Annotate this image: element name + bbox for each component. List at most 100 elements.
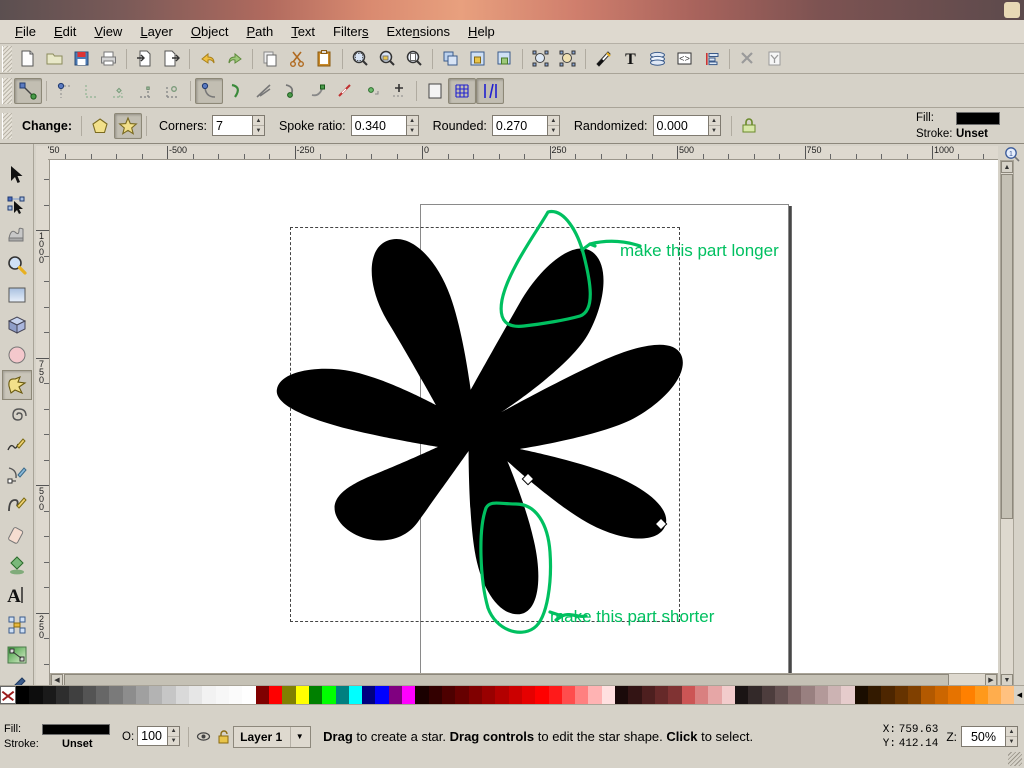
palette-swatch[interactable] [56,686,69,704]
palette-swatch[interactable] [655,686,668,704]
box3d-tool[interactable] [2,310,32,340]
window-resize-grip[interactable] [1008,752,1022,766]
snap-page-border-icon[interactable] [421,78,448,104]
menu-object[interactable]: Object [182,21,238,42]
menu-edit[interactable]: Edit [45,21,85,42]
palette-swatch[interactable] [615,686,628,704]
palette-swatch[interactable] [362,686,375,704]
menu-file[interactable]: File [6,21,45,42]
snap-bbox-edge-icon[interactable] [78,78,105,104]
enable-snapping-icon[interactable] [14,78,42,104]
snap-grid-icon[interactable] [448,78,476,104]
palette-swatch[interactable] [881,686,894,704]
snap-guide-icon[interactable] [476,78,504,104]
palette-swatch[interactable] [602,686,615,704]
zoom-drawing-icon[interactable] [374,46,401,72]
palette-none-swatch[interactable] [0,686,16,704]
palette-swatch[interactable] [682,686,695,704]
cut-icon[interactable] [284,46,311,72]
palette-swatch[interactable] [482,686,495,704]
menu-layer[interactable]: Layer [131,21,182,42]
chevron-down-icon[interactable]: ▼ [290,727,308,747]
connector-tool[interactable] [2,610,32,640]
palette-swatch[interactable] [469,686,482,704]
palette-swatch[interactable] [828,686,841,704]
zoom-tool[interactable] [2,250,32,280]
palette-swatch[interactable] [522,686,535,704]
palette-swatch[interactable] [83,686,96,704]
palette-swatch[interactable] [322,686,335,704]
palette-swatch[interactable] [815,686,828,704]
opacity-down-arrow[interactable]: ▼ [168,737,179,746]
undo-icon[interactable] [194,46,221,72]
color-palette[interactable]: ◀ [0,685,1024,705]
vertical-scroll-thumb[interactable] [1001,174,1013,519]
palette-swatch[interactable] [149,686,162,704]
import-icon[interactable] [131,46,158,72]
duplicate-icon[interactable] [437,46,464,72]
snap-smooth-node-icon[interactable] [304,78,331,104]
calligraphy-tool[interactable] [2,490,32,520]
palette-swatch[interactable] [296,686,309,704]
zoom-spinner[interactable]: ▲ ▼ [961,726,1018,747]
regular-polygon-button[interactable] [86,113,114,139]
menu-view[interactable]: View [85,21,131,42]
opacity-spinner[interactable]: ▲ ▼ [137,726,180,747]
palette-swatch[interactable] [109,686,122,704]
palette-swatch[interactable] [948,686,961,704]
palette-swatch[interactable] [988,686,1001,704]
export-icon[interactable] [158,46,185,72]
spoke-ratio-up-arrow[interactable]: ▲ [407,116,418,126]
zoom-page-icon[interactable] [401,46,428,72]
toolbar-grip[interactable] [2,46,12,72]
palette-swatch[interactable] [495,686,508,704]
transform-icon[interactable] [554,46,581,72]
palette-swatch[interactable] [336,686,349,704]
snap-bbox-edge-midpoint-icon[interactable] [132,78,159,104]
palette-swatch[interactable] [282,686,295,704]
randomized-up-arrow[interactable]: ▲ [709,116,720,126]
corners-stepper[interactable]: ▲ ▼ [252,115,265,136]
zoom-stepper[interactable]: ▲ ▼ [1005,726,1018,747]
snap-line-midpoint-icon[interactable] [331,78,358,104]
palette-swatch[interactable] [389,686,402,704]
paintbucket-tool[interactable] [2,550,32,580]
menu-help[interactable]: Help [459,21,504,42]
palette-swatch[interactable] [442,686,455,704]
open-document-icon[interactable] [41,46,68,72]
palette-swatch[interactable] [455,686,468,704]
palette-swatch[interactable] [375,686,388,704]
snap-cusp-node-icon[interactable] [277,78,304,104]
palette-swatch[interactable] [868,686,881,704]
randomized-down-arrow[interactable]: ▼ [709,126,720,135]
opacity-stepper[interactable]: ▲ ▼ [167,726,180,746]
randomized-stepper[interactable]: ▲ ▼ [708,115,721,136]
palette-swatch[interactable] [722,686,735,704]
status-stroke-value[interactable]: Unset [42,738,93,750]
object-properties-icon[interactable] [527,46,554,72]
snap-bbox-corner-icon[interactable] [105,78,132,104]
palette-swatch[interactable] [202,686,215,704]
snap-bounding-box-icon[interactable] [51,78,78,104]
rounded-spinner[interactable]: ▲ ▼ [492,115,560,136]
text-tool-icon[interactable]: T [617,46,644,72]
palette-swatch[interactable] [229,686,242,704]
randomized-input[interactable] [653,115,708,136]
layer-visibility-toggle[interactable] [193,730,213,743]
palette-swatch[interactable] [509,686,522,704]
palette-swatch[interactable] [668,686,681,704]
menu-path[interactable]: Path [237,21,282,42]
palette-swatch[interactable] [921,686,934,704]
palette-swatch[interactable] [216,686,229,704]
pencil-tool[interactable] [2,430,32,460]
palette-swatch[interactable] [269,686,282,704]
palette-swatch[interactable] [189,686,202,704]
snap-path-intersection-icon[interactable] [250,78,277,104]
palette-swatch[interactable] [775,686,788,704]
paste-icon[interactable] [311,46,338,72]
corners-down-arrow[interactable]: ▼ [253,126,264,135]
reset-defaults-icon[interactable] [736,113,763,139]
zoom-down-arrow[interactable]: ▼ [1006,737,1017,746]
palette-swatch[interactable] [642,686,655,704]
palette-swatch[interactable] [895,686,908,704]
